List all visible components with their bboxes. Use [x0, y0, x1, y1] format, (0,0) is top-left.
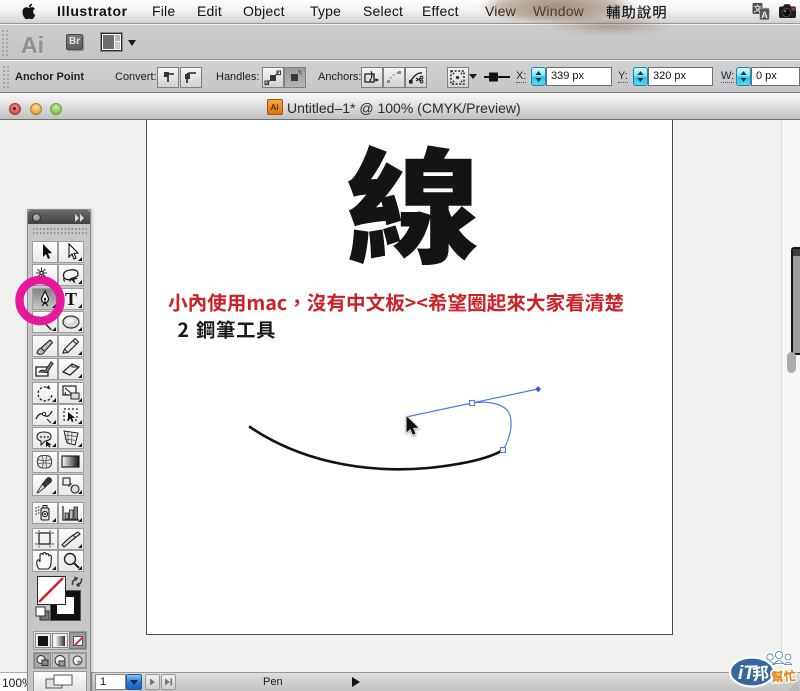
svg-text:T: T [65, 289, 77, 309]
